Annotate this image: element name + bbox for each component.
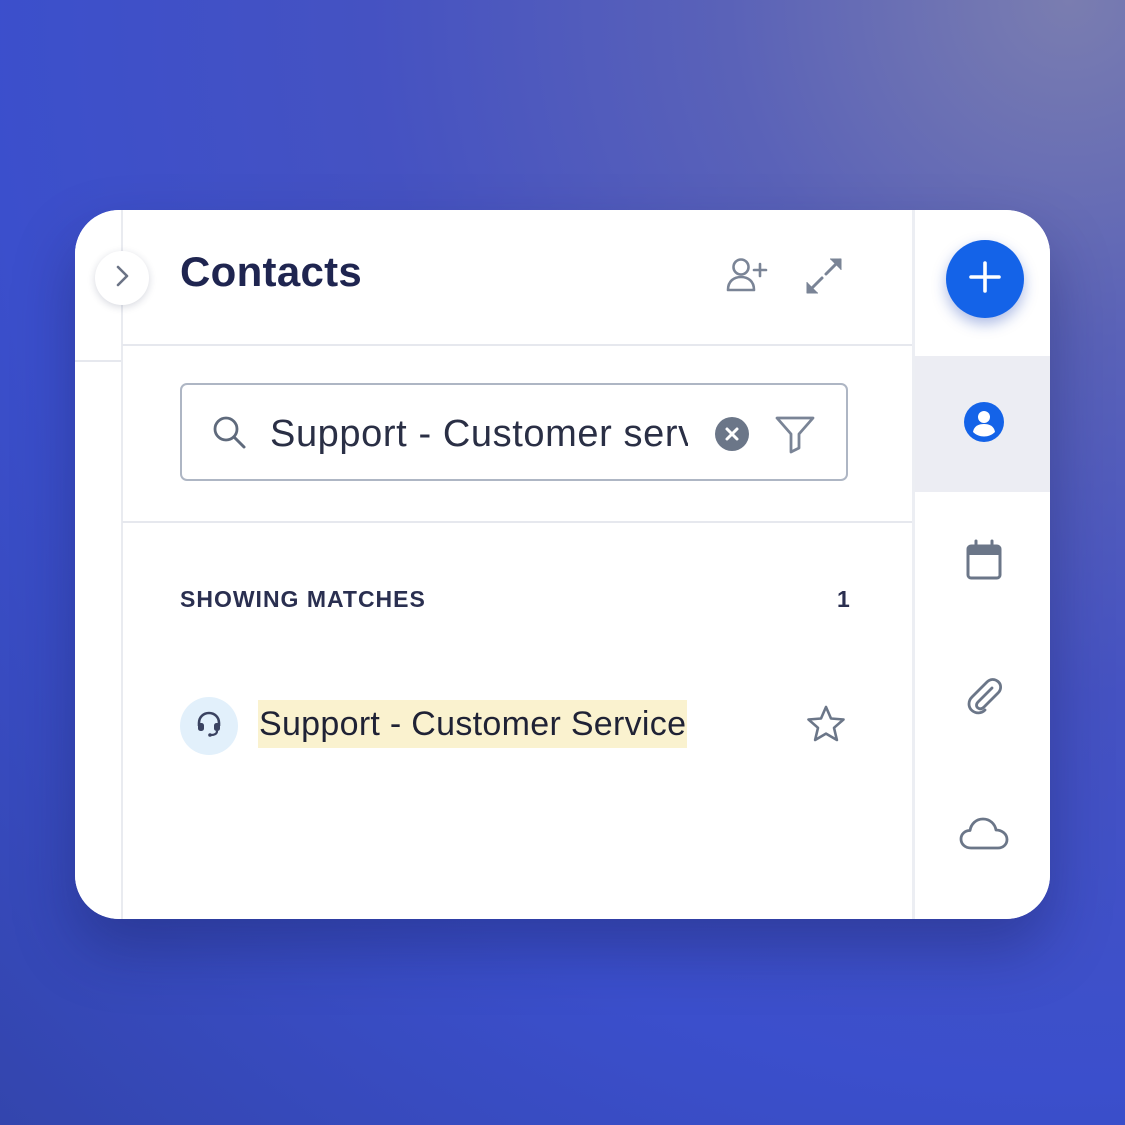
headset-icon bbox=[194, 709, 224, 744]
expand-arrows-icon bbox=[802, 254, 846, 303]
filter-icon bbox=[775, 416, 815, 454]
page-title: Contacts bbox=[180, 248, 363, 295]
rail-item-attachments[interactable] bbox=[915, 630, 1050, 766]
contacts-panel: Contacts Support - Customer service SHOW… bbox=[122, 210, 912, 919]
star-icon bbox=[807, 705, 845, 742]
right-nav-rail bbox=[912, 210, 1050, 919]
search-input[interactable] bbox=[270, 409, 688, 459]
contact-person-icon bbox=[963, 401, 1005, 448]
calendar-icon bbox=[964, 539, 1004, 586]
clear-circle-icon bbox=[715, 417, 749, 451]
results-count: 1 bbox=[837, 586, 850, 612]
contacts-card: Contacts Support - Customer service SHOW… bbox=[75, 210, 1050, 919]
favorite-button[interactable] bbox=[805, 703, 847, 750]
add-contact-icon bbox=[724, 256, 768, 301]
expand-panel-button[interactable] bbox=[95, 251, 149, 305]
expand-view-button[interactable] bbox=[800, 254, 848, 302]
collapsed-side-panel bbox=[75, 210, 123, 919]
contact-name: Support - Customer Service bbox=[258, 700, 688, 748]
search-icon bbox=[212, 415, 248, 456]
paperclip-icon bbox=[963, 675, 1005, 722]
chevron-right-icon bbox=[111, 263, 133, 294]
create-new-button[interactable] bbox=[946, 240, 1024, 318]
rail-item-calendar[interactable] bbox=[915, 494, 1050, 630]
divider bbox=[75, 360, 121, 362]
plus-icon bbox=[967, 259, 1003, 300]
search-field[interactable] bbox=[180, 383, 848, 481]
results-heading: SHOWING MATCHES bbox=[180, 586, 426, 612]
contact-avatar bbox=[180, 697, 238, 755]
rail-item-cloud[interactable] bbox=[915, 768, 1050, 904]
search-section bbox=[122, 346, 912, 523]
add-contact-button[interactable] bbox=[722, 254, 770, 302]
cloud-icon bbox=[958, 814, 1010, 859]
contact-result-row[interactable]: Support - Customer Service bbox=[180, 696, 860, 758]
rail-item-contacts[interactable] bbox=[915, 356, 1050, 492]
clear-search-button[interactable] bbox=[714, 416, 750, 457]
filter-button[interactable] bbox=[774, 414, 816, 459]
panel-header: Contacts bbox=[122, 210, 912, 346]
